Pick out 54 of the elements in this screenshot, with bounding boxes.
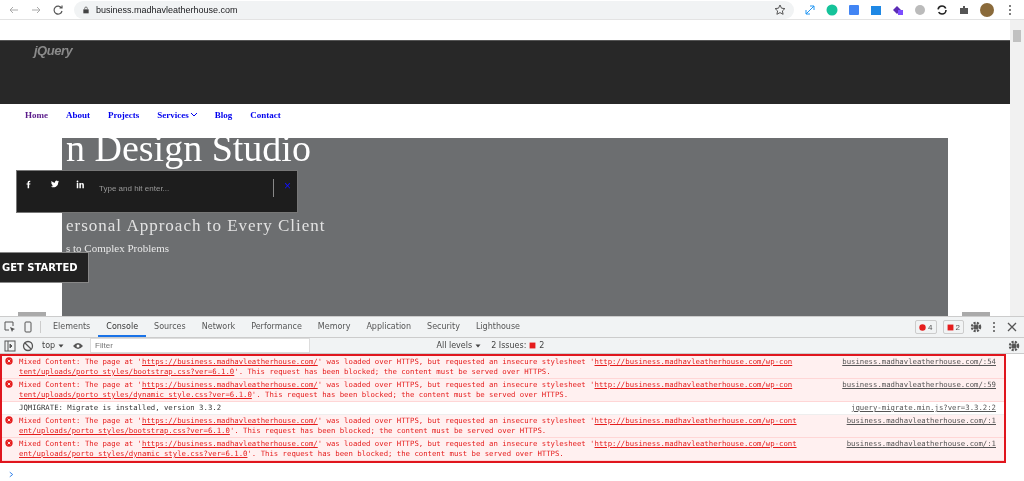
hero-subtitle: ersonal Approach to Every Client <box>66 216 326 236</box>
error-icon <box>5 357 13 365</box>
close-icon[interactable] <box>1006 321 1018 333</box>
inspect-icon[interactable] <box>4 321 16 333</box>
error-icon <box>919 323 927 331</box>
nav-link[interactable]: Services <box>157 110 197 120</box>
expand-icon[interactable] <box>804 3 816 16</box>
error-icon <box>5 439 13 447</box>
clear-icon[interactable] <box>22 339 34 352</box>
filter-field[interactable]: Filter <box>90 338 311 353</box>
devtools-tab[interactable]: Memory <box>309 317 359 337</box>
avatar-icon[interactable] <box>980 2 994 17</box>
devtools-tab[interactable]: Sources <box>146 317 194 337</box>
nav-link[interactable]: Home <box>25 110 48 120</box>
caret-icon <box>58 342 65 349</box>
devtools-tab[interactable]: Network <box>193 317 244 337</box>
star-icon[interactable] <box>774 3 786 16</box>
error-icon <box>5 380 13 388</box>
devtools-tab[interactable]: Performance <box>243 317 310 337</box>
nav-link[interactable]: About <box>66 110 90 120</box>
caret-icon <box>190 113 197 117</box>
reload-icon[interactable] <box>52 3 64 16</box>
caret-icon <box>475 342 482 349</box>
sidebar-icon[interactable] <box>4 339 16 352</box>
lock-icon <box>82 5 90 14</box>
context-selector[interactable]: top <box>40 341 67 350</box>
nav-link[interactable]: Blog <box>214 110 233 120</box>
levels-dropdown[interactable]: All levels <box>434 341 484 350</box>
scrollbar-thumb[interactable] <box>1013 30 1021 42</box>
settings-icon[interactable] <box>970 321 982 333</box>
sync-icon[interactable] <box>936 3 948 16</box>
device-icon[interactable] <box>22 321 34 333</box>
logo: jQuery <box>34 43 73 58</box>
issue-icon <box>529 342 537 349</box>
address-field[interactable]: business.madhavleatherhouse.com <box>96 4 238 15</box>
devtools-tab[interactable]: Security <box>419 317 468 337</box>
issues-button[interactable]: 2 Issues: 2 <box>489 341 547 350</box>
devtools-tab[interactable]: Application <box>358 317 420 337</box>
extension-icon[interactable] <box>892 3 904 16</box>
twitter-icon[interactable] <box>50 179 60 189</box>
hero-tagline: s to Complex Problems <box>66 242 169 254</box>
devtools-tab[interactable]: Lighthouse <box>467 317 529 337</box>
extension-icon[interactable] <box>870 3 882 16</box>
devtools-tab[interactable]: Elements <box>45 317 99 337</box>
nav-link[interactable]: Contact <box>250 110 281 120</box>
issue-count[interactable]: 2 <box>942 320 964 334</box>
get-started-button[interactable]: GET STARTED <box>0 252 89 283</box>
search-input[interactable]: Type and hit enter... <box>95 179 274 197</box>
linkedin-icon[interactable] <box>76 179 85 189</box>
error-count[interactable]: 4 <box>915 320 937 334</box>
settings-icon[interactable] <box>1008 339 1020 352</box>
nav-link[interactable]: Projects <box>108 110 140 120</box>
prompt-icon <box>8 471 15 478</box>
issue-icon <box>946 323 954 331</box>
